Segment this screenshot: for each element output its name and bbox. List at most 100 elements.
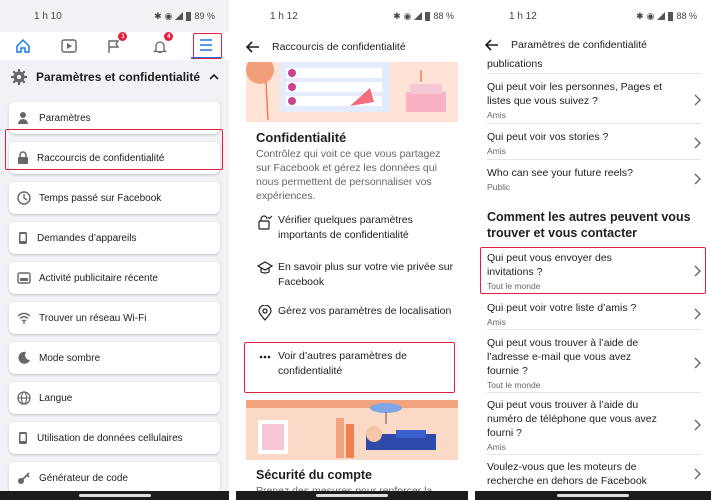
video-icon xyxy=(60,39,77,53)
menu-item-label: Langue xyxy=(39,392,73,404)
bell-icon xyxy=(153,40,168,53)
page-title: Paramètres de confidentialité xyxy=(511,39,647,51)
eye-icon: ◉ xyxy=(403,10,412,21)
menu-item-label: Demandes d’appareils xyxy=(37,232,137,244)
setting-question: Voulez-vous que les moteurs de recherche… xyxy=(487,461,647,487)
eye-icon: ◉ xyxy=(164,10,173,21)
pages-tab[interactable]: 1 xyxy=(99,32,129,59)
setting-question: Qui peut voir vos stories ? xyxy=(487,131,609,143)
page-header: Paramètres de confidentialité xyxy=(475,32,711,58)
find-contact-section-title: Comment les autres peuvent vous trouver … xyxy=(487,210,691,240)
chevron-right-icon xyxy=(694,173,701,185)
chevron-right-icon xyxy=(694,419,701,431)
item-label: Gérez vos paramètres de localisation xyxy=(278,305,452,317)
menu-item-label: Mode sombre xyxy=(39,352,101,364)
setting-question: publications xyxy=(487,58,543,70)
setting-question: Qui peut vous trouver à l’aide de l’adre… xyxy=(487,337,639,377)
divider xyxy=(487,159,701,160)
menu-item-code-generator[interactable]: Générateur de code xyxy=(9,462,220,494)
watch-tab[interactable] xyxy=(54,33,84,59)
settings-menu-screen: 1 h 10 ✱ ◉ 89 % 1 4 Paramètres et confid… xyxy=(0,0,229,500)
notifications-tab[interactable]: 4 xyxy=(145,32,175,59)
battery-level: 88 % xyxy=(433,11,454,21)
privacy-section-description: Contrôlez qui voit ce que vous partagez … xyxy=(256,148,441,202)
friend-requests-highlight xyxy=(480,247,706,294)
eye-icon: ◉ xyxy=(646,10,655,21)
partial-row-publications[interactable]: publications xyxy=(487,57,701,71)
chevron-right-icon xyxy=(694,468,701,480)
menu-item-recent-ad-activity[interactable]: Activité publicitaire récente xyxy=(9,262,220,294)
chevron-right-icon xyxy=(694,137,701,149)
setting-row-stories[interactable]: Qui peut voir vos stories ? Amis xyxy=(487,130,701,156)
battery-level: 89 % xyxy=(194,11,215,21)
battery-level: 88 % xyxy=(676,11,697,21)
settings-privacy-section[interactable]: Paramètres et confidentialité xyxy=(0,62,229,92)
lock-check-icon xyxy=(258,215,273,230)
menu-item-time-on-facebook[interactable]: Temps passé sur Facebook xyxy=(9,182,220,214)
flag-icon xyxy=(108,39,120,53)
bluetooth-icon: ✱ xyxy=(636,10,644,21)
setting-value: Amis xyxy=(487,317,506,327)
setting-value: Amis xyxy=(487,110,506,120)
status-icons: ✱ ◉ 88 % xyxy=(636,11,697,22)
privacy-settings-screen: 1 h 12 ✱ ◉ 88 % Paramètres de confidenti… xyxy=(475,0,711,500)
battery-icon xyxy=(186,11,192,21)
bluetooth-icon: ✱ xyxy=(154,10,162,21)
signal-icon xyxy=(657,12,666,20)
menu-item-dark-mode[interactable]: Mode sombre xyxy=(9,342,220,374)
user-gear-icon xyxy=(18,112,28,124)
status-time: 1 h 12 xyxy=(270,10,298,22)
setting-row-following[interactable]: Qui peut voir les personnes, Pages et li… xyxy=(487,80,701,120)
divider xyxy=(487,392,701,393)
privacy-illustration xyxy=(246,62,458,122)
setting-question: Who can see your future reels? xyxy=(487,167,633,179)
home-indicator[interactable] xyxy=(316,494,388,497)
item-label: En savoir plus sur votre vie privée sur … xyxy=(278,261,454,288)
bell-badge: 4 xyxy=(164,32,174,41)
chevron-right-icon xyxy=(694,308,701,320)
learn-privacy-item[interactable]: En savoir plus sur votre vie privée sur … xyxy=(256,260,456,290)
home-indicator[interactable] xyxy=(78,494,151,497)
setting-row-friends-list[interactable]: Qui peut voir votre liste d’amis ? Amis xyxy=(487,301,701,327)
more-privacy-highlight xyxy=(244,342,455,393)
setting-value: Public xyxy=(487,182,511,192)
divider xyxy=(487,123,701,124)
setting-row-email-lookup[interactable]: Qui peut vous trouver à l’aide de l’adre… xyxy=(487,336,701,390)
home-indicator[interactable] xyxy=(557,494,629,497)
setting-row-search-engines[interactable]: Voulez-vous que les moteurs de recherche… xyxy=(487,460,701,488)
privacy-shortcuts-highlight xyxy=(5,129,223,170)
device-icon xyxy=(19,232,27,244)
moon-icon xyxy=(18,351,30,364)
location-settings-item[interactable]: Gérez vos paramètres de localisation xyxy=(256,304,456,321)
battery-icon xyxy=(425,11,431,21)
chevron-right-icon xyxy=(694,357,701,369)
section-title: Paramètres et confidentialité xyxy=(36,70,201,84)
menu-item-device-requests[interactable]: Demandes d’appareils xyxy=(9,222,220,254)
back-arrow-icon[interactable] xyxy=(246,41,260,53)
back-arrow-icon[interactable] xyxy=(485,39,499,51)
home-icon xyxy=(16,38,30,53)
bluetooth-icon: ✱ xyxy=(393,10,401,21)
setting-row-reels[interactable]: Who can see your future reels? Public xyxy=(487,166,701,192)
menu-item-cellular-data[interactable]: Utilisation de données cellulaires xyxy=(9,422,220,454)
setting-row-phone-lookup[interactable]: Qui peut vous trouver à l’aide du numéro… xyxy=(487,398,701,452)
status-time: 1 h 10 xyxy=(34,10,62,22)
home-tab[interactable] xyxy=(8,33,38,59)
setting-value: Amis xyxy=(487,146,506,156)
ad-icon xyxy=(17,272,31,284)
menu-item-label: Générateur de code xyxy=(39,472,128,484)
menu-item-label: Activité publicitaire récente xyxy=(39,272,158,284)
status-bar: 1 h 12 ✱ ◉ 88 % xyxy=(236,0,468,32)
check-privacy-settings-item[interactable]: Vérifier quelques paramètres importants … xyxy=(256,213,456,243)
menu-item-find-wifi[interactable]: Trouver un réseau Wi-Fi xyxy=(9,302,220,334)
globe-icon xyxy=(17,391,31,405)
chevron-up-icon xyxy=(209,73,219,80)
setting-question: Qui peut vous trouver à l’aide du numéro… xyxy=(487,399,657,439)
menu-tab-highlight xyxy=(193,33,222,59)
security-illustration xyxy=(246,400,458,460)
divider xyxy=(487,329,701,330)
setting-value: Amis xyxy=(487,442,506,452)
divider xyxy=(487,73,701,74)
menu-item-language[interactable]: Langue xyxy=(9,382,220,414)
privacy-section-title: Confidentialité xyxy=(256,130,347,145)
